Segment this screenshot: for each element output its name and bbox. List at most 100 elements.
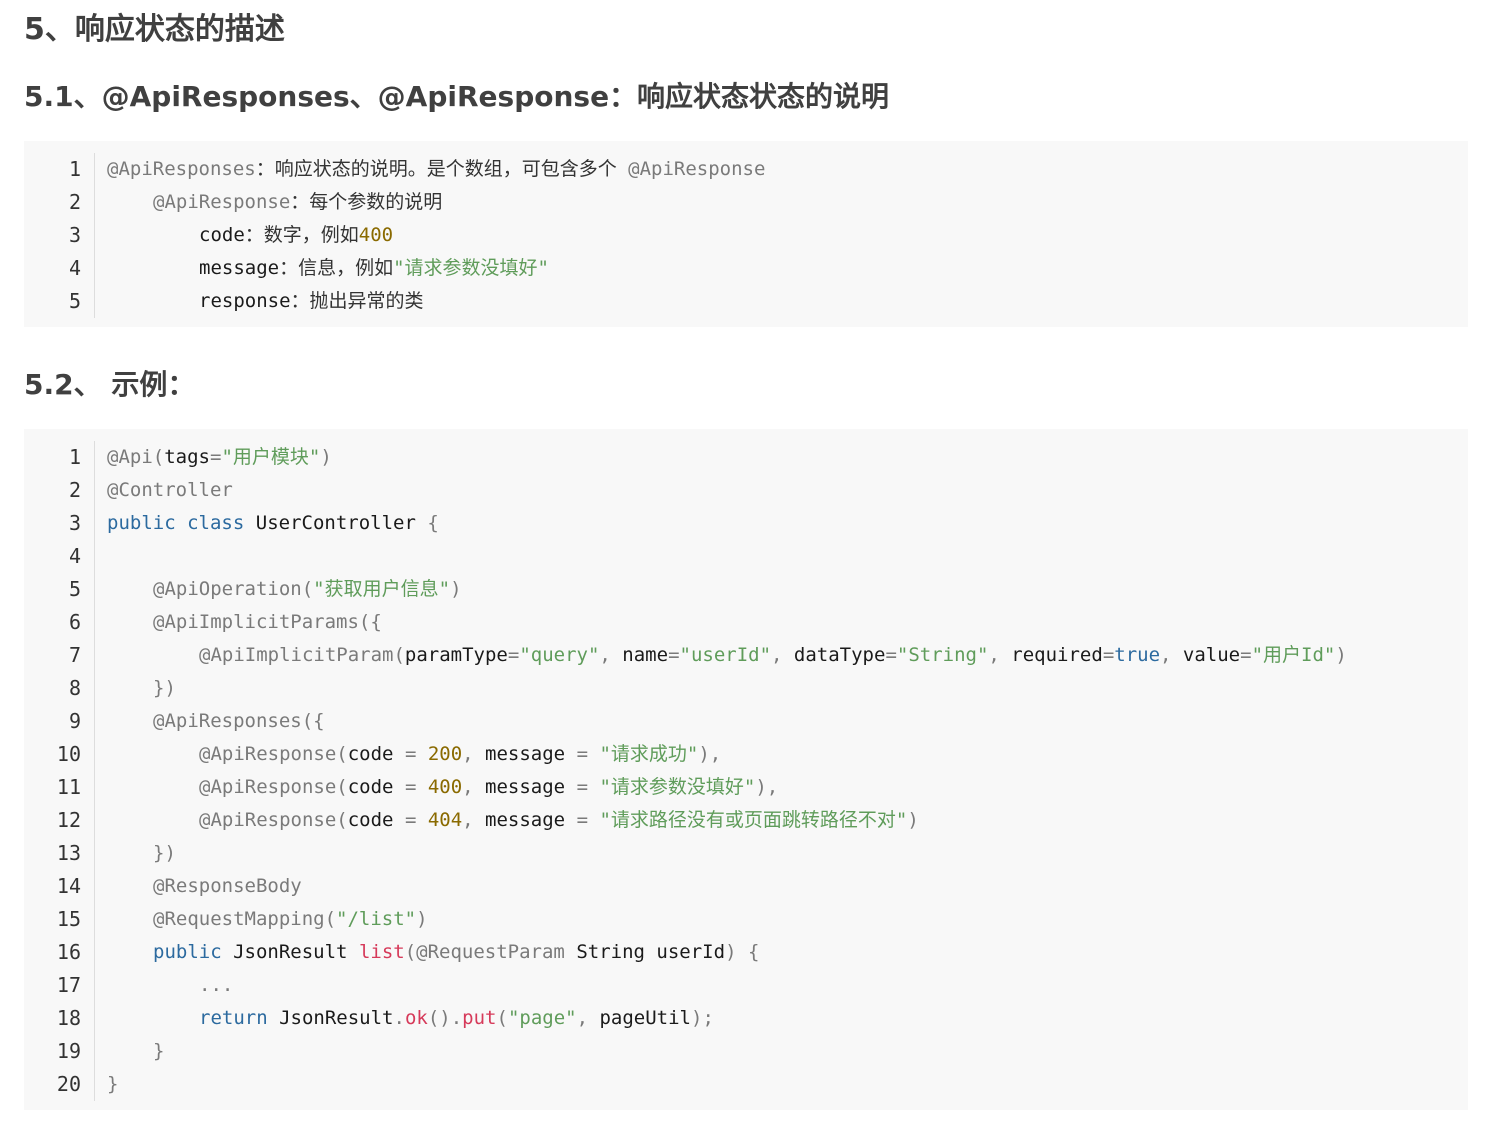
line-number: 15	[56, 907, 81, 931]
code-line: response：抛出异常的类	[107, 285, 1468, 318]
section-title: 5、响应状态的描述	[24, 12, 285, 47]
punctuation-token: )	[1335, 644, 1347, 666]
code-line: @ApiOperation("获取用户信息")	[107, 573, 1468, 606]
keyword-token: public	[107, 512, 176, 534]
code-line: @ApiImplicitParam(paramType="query", nam…	[107, 639, 1468, 672]
line-number: 12	[56, 808, 81, 832]
punctuation-token: =	[885, 644, 897, 666]
punctuation-token: ({	[358, 611, 382, 633]
punctuation-token: (	[336, 743, 348, 765]
punctuation-token: .	[450, 1007, 463, 1029]
punctuation-token: =	[565, 809, 600, 831]
string-token: "获取用户信息"	[313, 578, 451, 600]
line-number: 1	[68, 157, 81, 181]
punctuation-token: )	[320, 446, 332, 468]
annotation-token: @ApiResponse	[199, 776, 337, 798]
punctuation-token: =	[565, 776, 600, 798]
attribute-token: code	[347, 809, 394, 831]
key-token: response	[199, 290, 291, 312]
keyword-token: public	[153, 941, 222, 963]
code-line: ...	[107, 969, 1468, 1002]
attribute-token: required	[1011, 644, 1103, 666]
string-token: "请求参数没填好"	[599, 776, 756, 798]
punctuation-token: =	[393, 743, 428, 765]
line-number: 1	[68, 445, 81, 469]
code-line: @ApiResponse(code = 400, message = "请求参数…	[107, 771, 1468, 804]
code-line: message：信息，例如"请求参数没填好"	[107, 252, 1468, 285]
key-token: code	[199, 224, 245, 246]
punctuation-token: (	[496, 1007, 508, 1029]
annotation-token: @ApiResponse	[153, 191, 291, 213]
annotation-token: @ApiImplicitParams	[153, 611, 359, 633]
punctuation-token: })	[153, 677, 176, 699]
string-token: "String"	[896, 644, 989, 666]
line-number-gutter: 1 2 3 4 5 6 7 8 9 10 11 12 13 14 15 16 1…	[24, 441, 95, 1101]
type-token: JsonResult	[233, 941, 348, 963]
line-number: 4	[68, 544, 81, 568]
string-token: "userId"	[679, 644, 772, 666]
text-token: ：每个参数的说明	[290, 191, 443, 213]
annotation-token: @ApiResponse	[199, 743, 337, 765]
code-line: @Api(tags="用户模块")	[107, 441, 1468, 474]
punctuation-token: ,	[576, 1007, 600, 1029]
attribute-token: message	[485, 809, 566, 831]
punctuation-token: }	[153, 1040, 165, 1062]
attribute-token: tags	[164, 446, 210, 468]
punctuation-token: )	[450, 578, 462, 600]
punctuation-token: =	[393, 776, 428, 798]
punctuation-token: ...	[199, 974, 234, 996]
punctuation-token: =	[209, 446, 222, 468]
attribute-token: message	[485, 743, 566, 765]
code-block-example: 1 2 3 4 5 6 7 8 9 10 11 12 13 14 15 16 1…	[24, 429, 1468, 1110]
code-line: @ApiResponse(code = 200, message = "请求成功…	[107, 738, 1468, 771]
code-line: public JsonResult list(@RequestParam Str…	[107, 936, 1468, 969]
text-token: ：抛出异常的类	[290, 290, 424, 312]
annotation-token: @ApiImplicitParam	[199, 644, 394, 666]
punctuation-token: );	[691, 1007, 714, 1029]
class-name-token: UserController	[255, 512, 416, 534]
punctuation-token: (	[301, 578, 314, 600]
annotation-token: @Controller	[107, 479, 233, 501]
annotation-token: @Api	[107, 446, 153, 468]
number-token: 400	[427, 776, 463, 798]
string-token: "请求成功"	[599, 743, 699, 765]
string-token: "/list"	[336, 908, 417, 930]
string-token: "请求参数没填好"	[393, 257, 549, 279]
code-line: return JsonResult.ok().put("page", pageU…	[107, 1002, 1468, 1035]
punctuation-token: .	[393, 1007, 405, 1029]
punctuation-token: {	[427, 512, 439, 534]
punctuation-token: ({	[301, 710, 325, 732]
punctuation-token: ,	[599, 644, 623, 666]
string-token: "用户模块"	[221, 446, 321, 468]
line-number: 5	[68, 577, 81, 601]
boolean-token: true	[1114, 644, 1161, 666]
code-line: })	[107, 837, 1468, 870]
punctuation-token: =	[507, 644, 520, 666]
punctuation-token: (	[152, 446, 165, 468]
code-body: @ApiResponses：响应状态的说明。是个数组，可包含多个 @ApiRes…	[107, 153, 1468, 318]
text-token: ：响应状态的说明。是个数组，可包含多个	[255, 158, 629, 180]
punctuation-token: =	[1102, 644, 1115, 666]
line-number: 6	[68, 610, 81, 634]
variable-token: userId	[656, 941, 726, 963]
subsection-title-5-1: 5.1、@ApiResponses、@ApiResponse：响应状态状态的说明	[24, 80, 890, 113]
annotation-token: @RequestParam	[416, 941, 565, 963]
code-body: @Api(tags="用户模块") @Controller public cla…	[107, 441, 1468, 1101]
punctuation-token: )	[416, 908, 428, 930]
punctuation-token: (	[393, 644, 405, 666]
line-number: 14	[56, 874, 81, 898]
annotation-token: @ApiResponses	[153, 710, 302, 732]
type-token: JsonResult	[279, 1007, 394, 1029]
code-line: @ApiResponse：每个参数的说明	[107, 186, 1468, 219]
keyword-token: class	[187, 512, 245, 534]
function-token: list	[358, 941, 405, 963]
code-line: public class UserController {	[107, 507, 1468, 540]
code-line: code：数字，例如400	[107, 219, 1468, 252]
punctuation-token: =	[668, 644, 680, 666]
line-number: 19	[56, 1039, 81, 1063]
text-token: ：数字，例如	[244, 224, 359, 246]
string-token: "请求路径没有或页面跳转路径不对"	[599, 809, 908, 831]
line-number: 17	[56, 973, 81, 997]
function-token: put	[462, 1007, 497, 1029]
code-line: @ApiResponses({	[107, 705, 1468, 738]
